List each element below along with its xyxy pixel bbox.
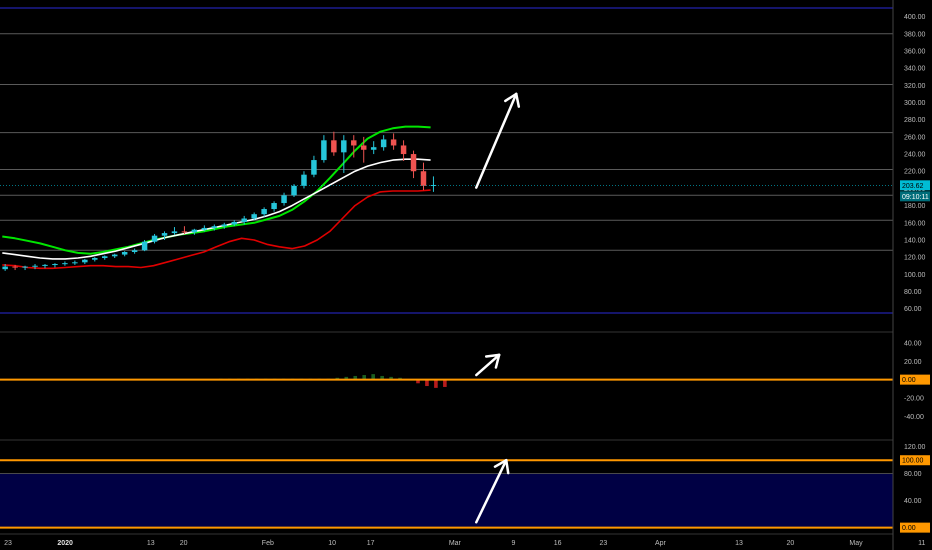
candle-body bbox=[181, 231, 188, 233]
candle-body bbox=[2, 266, 8, 270]
candle-body bbox=[141, 241, 148, 251]
y-tick-label: 160.00 bbox=[904, 220, 926, 227]
y-tick-label: -20.00 bbox=[904, 395, 924, 402]
y-tick-label: 320.00 bbox=[904, 83, 926, 90]
candle-body bbox=[251, 214, 257, 219]
candle-body bbox=[321, 140, 327, 161]
x-tick-label: 13 bbox=[147, 540, 155, 547]
y-tick-label: 140.00 bbox=[904, 237, 926, 244]
y-tick-label: 340.00 bbox=[904, 66, 926, 73]
candle-body bbox=[311, 160, 317, 175]
x-tick-label: 9 bbox=[511, 540, 515, 547]
y-tick-label: 60.00 bbox=[904, 306, 922, 313]
x-tick-label: 16 bbox=[554, 540, 562, 547]
x-tick-label: Apr bbox=[655, 540, 667, 547]
stoch-band bbox=[0, 473, 893, 528]
x-tick-label: 10 bbox=[328, 540, 336, 547]
candle-body bbox=[131, 250, 138, 252]
macd-zero-badge: 0.00 bbox=[902, 377, 916, 384]
candle-body bbox=[341, 140, 347, 153]
macd-histogram-bar bbox=[434, 379, 438, 388]
y-tick-label: 20.00 bbox=[904, 359, 922, 366]
candle-body bbox=[231, 221, 237, 225]
y-tick-label: 40.00 bbox=[904, 498, 922, 505]
candle bbox=[291, 184, 297, 198]
y-tick-label: 280.00 bbox=[904, 117, 926, 124]
candle-body bbox=[221, 224, 228, 227]
candle-body bbox=[331, 140, 337, 153]
candle-body bbox=[420, 171, 427, 186]
candle-body bbox=[12, 266, 18, 268]
timer-badge: 09:10:11 bbox=[902, 194, 929, 201]
x-tick-label: 20 bbox=[786, 540, 794, 547]
stoch-upper-badge: 100.00 bbox=[902, 458, 924, 465]
x-tick-label: 13 bbox=[735, 540, 743, 547]
x-tick-label: Feb bbox=[262, 540, 274, 547]
candle-body bbox=[171, 231, 178, 234]
candle-body bbox=[261, 209, 267, 215]
candle-body bbox=[22, 266, 28, 268]
y-tick-label: 100.00 bbox=[904, 272, 926, 279]
y-tick-label: 40.00 bbox=[904, 340, 922, 347]
candle-body bbox=[400, 145, 407, 155]
y-tick-label: 360.00 bbox=[904, 48, 926, 55]
candle-body bbox=[301, 174, 307, 186]
x-tick-label: 17 bbox=[367, 540, 375, 547]
price-badge: 203.62 bbox=[902, 183, 924, 190]
y-tick-label: -40.00 bbox=[904, 414, 924, 421]
y-tick-label: 300.00 bbox=[904, 100, 926, 107]
candle-body bbox=[72, 262, 78, 264]
candle-body bbox=[32, 265, 38, 267]
candle-body bbox=[111, 254, 118, 257]
candle-body bbox=[380, 139, 387, 148]
candle-body bbox=[291, 185, 297, 196]
candle-body bbox=[52, 264, 58, 266]
y-tick-label: 220.00 bbox=[904, 169, 926, 176]
candle-body bbox=[82, 259, 88, 263]
x-tick-label: 20 bbox=[180, 540, 188, 547]
x-tick-label: 23 bbox=[4, 540, 12, 547]
candle-body bbox=[191, 229, 198, 233]
macd-histogram-bar bbox=[443, 379, 447, 387]
candle-body bbox=[271, 203, 277, 210]
candle-body bbox=[161, 233, 168, 236]
arrow-head bbox=[484, 353, 501, 358]
x-tick-label: 23 bbox=[599, 540, 607, 547]
y-tick-label: 80.00 bbox=[904, 289, 922, 296]
candle-body bbox=[62, 263, 68, 265]
y-tick-label: 120.00 bbox=[904, 255, 926, 262]
candle-body bbox=[211, 226, 218, 228]
candle-body bbox=[241, 218, 247, 222]
chart-canvas[interactable]: 60.0080.00100.00120.00140.00160.00180.00… bbox=[0, 0, 932, 550]
candle-body bbox=[92, 258, 98, 260]
candle-body bbox=[390, 139, 397, 146]
x-tick-label: May bbox=[849, 540, 863, 547]
candle-body bbox=[42, 264, 48, 266]
candle-body bbox=[351, 140, 357, 146]
y-tick-label: 80.00 bbox=[904, 471, 922, 478]
candle-body bbox=[121, 252, 128, 255]
y-tick-label: 180.00 bbox=[904, 203, 926, 210]
x-tick-label: 2020 bbox=[57, 540, 73, 547]
y-tick-label: 400.00 bbox=[904, 14, 926, 21]
x-tick-label: Mar bbox=[449, 540, 462, 547]
y-tick-label: 260.00 bbox=[904, 134, 926, 141]
y-tick-label: 120.00 bbox=[904, 444, 926, 451]
stoch-lower-badge: 0.00 bbox=[902, 525, 916, 532]
candle-body bbox=[151, 235, 158, 242]
candle-body bbox=[360, 145, 367, 150]
candle-body bbox=[370, 147, 377, 150]
candle-body bbox=[201, 227, 208, 230]
candle-body bbox=[281, 195, 287, 204]
y-tick-label: 240.00 bbox=[904, 152, 926, 159]
candle-body bbox=[410, 154, 417, 172]
candle-body bbox=[102, 256, 108, 259]
x-tick-label: 11 bbox=[918, 540, 925, 547]
y-tick-label: 380.00 bbox=[904, 31, 926, 38]
